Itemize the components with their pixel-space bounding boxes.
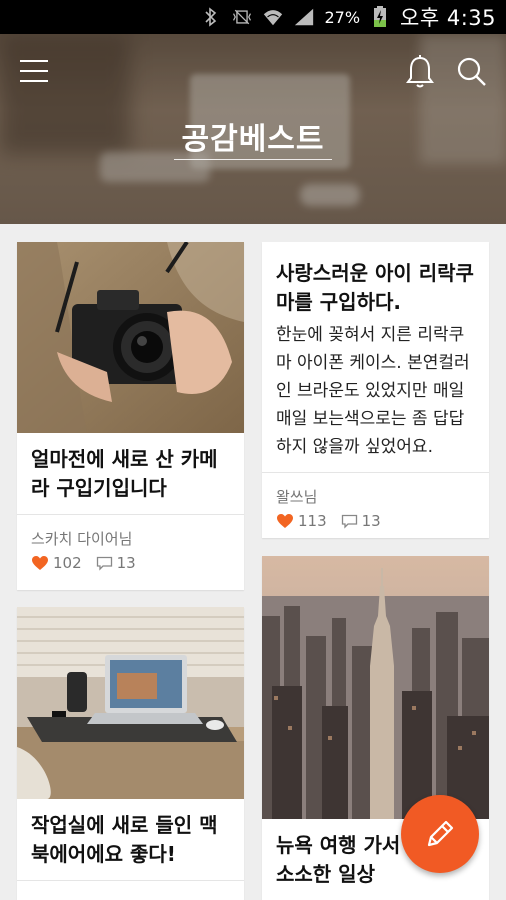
heart-icon — [32, 556, 48, 570]
battery-charging-icon — [369, 6, 391, 28]
post-title: 작업실에 새로 들인 맥북에어에요 좋다! — [31, 813, 218, 866]
header-banner: 공감베스트 — [0, 34, 506, 224]
comment-count-value: 13 — [116, 554, 136, 572]
post-image-laptop — [17, 607, 244, 799]
heart-icon — [277, 514, 293, 528]
title-underline — [174, 159, 332, 160]
like-count[interactable]: 102 — [31, 554, 82, 572]
comment-icon — [96, 556, 112, 571]
status-bar: 27% 오후 4:35 — [0, 0, 506, 34]
comment-count-value: 13 — [361, 512, 381, 530]
menu-icon — [20, 60, 48, 82]
clock: 오후 4:35 — [400, 6, 496, 30]
post-card[interactable]: 작업실에 새로 들인 맥북에어에요 좋다! — [17, 607, 244, 900]
post-stats: 102 13 — [17, 554, 244, 572]
post-title: 얼마전에 새로 산 카메라 구입기입니다 — [31, 447, 218, 500]
card-divider — [17, 880, 244, 881]
comment-count[interactable]: 13 — [341, 512, 381, 530]
page-title: 공감베스트 — [181, 122, 325, 157]
menu-button[interactable] — [20, 60, 48, 84]
post-stats: 113 13 — [262, 512, 489, 530]
post-excerpt: 한눈에 꽂혀서 지른 리락쿠마 아이폰 케이스. 본연컬러인 브라운도 있었지만… — [276, 325, 470, 457]
wifi-icon — [262, 6, 284, 28]
like-count-value: 102 — [53, 554, 82, 572]
comment-count[interactable]: 13 — [96, 554, 136, 572]
signal-icon — [293, 6, 315, 28]
write-post-button[interactable] — [401, 795, 479, 873]
battery-percent: 27% — [324, 7, 361, 27]
pencil-icon — [427, 820, 454, 847]
bell-icon — [406, 55, 434, 88]
bluetooth-icon — [200, 6, 222, 28]
post-author: 스카치 다이어님 — [31, 530, 133, 548]
vibrate-icon — [231, 6, 253, 28]
post-image-camera — [17, 242, 244, 433]
search-button[interactable] — [456, 56, 488, 88]
post-title: 사랑스러운 아이 리락쿠마를 구입하다. — [276, 261, 474, 314]
notifications-button[interactable] — [404, 54, 436, 90]
like-count[interactable]: 113 — [276, 512, 327, 530]
post-image-city — [262, 556, 489, 819]
comment-icon — [341, 514, 357, 529]
search-icon — [457, 57, 486, 86]
like-count-value: 113 — [298, 512, 327, 530]
post-card[interactable]: 얼마전에 새로 산 카메라 구입기입니다 스카치 다이어님 102 13 — [17, 242, 244, 590]
post-card[interactable]: 사랑스러운 아이 리락쿠마를 구입하다. 한눈에 꽂혀서 지른 리락쿠마 아이폰… — [262, 242, 489, 538]
post-author: 왈쓰님 — [276, 488, 318, 506]
